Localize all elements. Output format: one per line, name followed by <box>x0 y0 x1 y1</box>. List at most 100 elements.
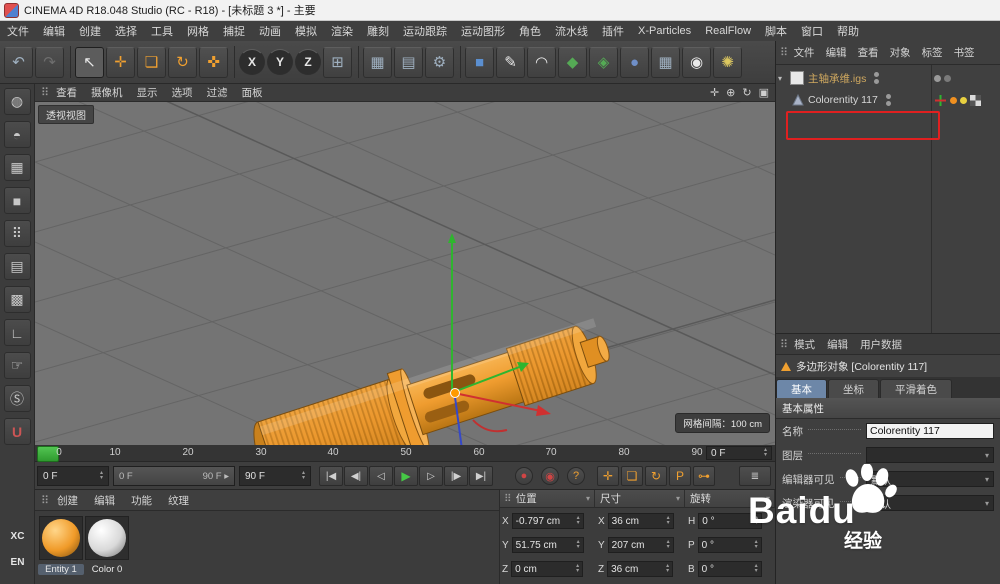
name-field[interactable] <box>866 423 994 439</box>
stepper-down-icon[interactable]: ▾ <box>577 545 580 550</box>
scale-tool-icon[interactable]: ❏ <box>137 47 166 78</box>
menu-xparticles[interactable]: X-Particles <box>631 25 698 37</box>
zoom-view-icon[interactable]: ⊕ <box>726 86 735 99</box>
end-frame-field[interactable]: 90 F ▴ ▾ <box>239 466 311 486</box>
viewport-menu-panel[interactable]: 面板 <box>235 85 270 100</box>
menu-help[interactable]: 帮助 <box>830 23 866 39</box>
position-y-field[interactable]: 51.75 cm ▴▾ <box>512 537 584 553</box>
axis-tag-icon[interactable] <box>934 94 947 107</box>
menu-edit[interactable]: 编辑 <box>36 23 72 39</box>
render-view-icon[interactable]: ▦ <box>363 47 392 78</box>
stepper-down-icon[interactable]: ▾ <box>666 569 669 574</box>
material-menu-create[interactable]: 创建 <box>49 493 86 508</box>
prev-frame-button[interactable]: ◁ <box>369 466 393 486</box>
om-menu-file[interactable]: 文件 <box>788 45 820 60</box>
layer-dropdown[interactable]: ▾ <box>866 447 994 463</box>
dropdown-icon[interactable]: ▾ <box>985 475 989 484</box>
render-picture-viewer-icon[interactable]: ▤ <box>394 47 423 78</box>
dropdown-icon[interactable]: ▾ <box>676 494 684 503</box>
om-menu-bookmarks[interactable]: 书签 <box>948 45 980 60</box>
editor-visibility-dropdown[interactable]: 默认 ▾ <box>866 471 994 487</box>
goto-end-button[interactable]: ▶| <box>469 466 493 486</box>
stepper-down-icon[interactable]: ▾ <box>667 545 670 550</box>
polygons-mode-icon[interactable]: ▩ <box>4 286 31 313</box>
tab-basic[interactable]: 基本 <box>776 379 827 398</box>
object-row-colorentity[interactable]: Colorentity 117 <box>790 89 891 111</box>
tab-phong[interactable]: 平滑着色 <box>880 379 952 398</box>
undo-icon[interactable]: ↶ <box>4 47 33 78</box>
visibility-dots[interactable] <box>886 93 891 107</box>
menu-snap[interactable]: 捕捉 <box>216 23 252 39</box>
gizmo-center-handle[interactable] <box>451 389 460 398</box>
panel-menu-icon[interactable]: ⠿ <box>35 494 49 507</box>
rotate-view-icon[interactable]: ↻ <box>742 86 751 99</box>
position-x-field[interactable]: -0.797 cm ▴▾ <box>512 513 584 529</box>
stepper-down-icon[interactable]: ▾ <box>667 521 670 526</box>
play-button[interactable]: ▶ <box>394 466 418 486</box>
stepper-down-icon[interactable]: ▾ <box>755 569 758 574</box>
om-menu-view[interactable]: 查看 <box>852 45 884 60</box>
start-frame-field[interactable]: 0 F ▴ ▾ <box>37 466 109 486</box>
frame-stepper[interactable]: ▴ ▾ <box>100 471 103 481</box>
frame-stepper[interactable]: ▴ ▾ <box>764 448 767 458</box>
material-tag-icon[interactable] <box>950 97 957 104</box>
dropdown-icon[interactable]: ▾ <box>985 499 989 508</box>
uv-tag-icon[interactable] <box>970 95 981 106</box>
key-pla-toggle[interactable]: ⊶ <box>693 466 715 486</box>
key-position-toggle[interactable]: ✛ <box>597 466 619 486</box>
menu-mesh[interactable]: 网格 <box>180 23 216 39</box>
generator-icon[interactable]: ◆ <box>558 47 587 78</box>
current-frame-field[interactable]: 0 F ▴ ▾ <box>706 446 772 460</box>
menu-animate[interactable]: 动画 <box>252 23 288 39</box>
next-frame-button[interactable]: ▷ <box>419 466 443 486</box>
hand-tool-icon[interactable]: ☞ <box>4 352 31 379</box>
dropdown-icon[interactable]: ▾ <box>586 494 594 503</box>
menu-simulate[interactable]: 模拟 <box>288 23 324 39</box>
om-menu-objects[interactable]: 对象 <box>884 45 916 60</box>
position-header[interactable]: ⠿ 位置 ▾ <box>500 490 595 508</box>
am-menu-edit[interactable]: 编辑 <box>821 337 854 352</box>
modeling-icon[interactable]: ◈ <box>589 47 618 78</box>
stepper-down-icon[interactable]: ▾ <box>576 569 579 574</box>
material-label-color0[interactable]: Color 0 <box>84 564 130 575</box>
am-menu-mode[interactable]: 模式 <box>788 337 821 352</box>
key-scale-toggle[interactable]: ❏ <box>621 466 643 486</box>
size-y-field[interactable]: 207 cm ▴▾ <box>608 537 674 553</box>
edges-mode-icon[interactable]: ▤ <box>4 253 31 280</box>
stepper-down-icon[interactable]: ▾ <box>755 521 758 526</box>
material-label-entity[interactable]: Entity 1 <box>38 564 84 575</box>
size-z-field[interactable]: 36 cm ▴▾ <box>607 561 673 577</box>
primitive-cube-icon[interactable]: ■ <box>465 47 494 78</box>
timeline-ruler[interactable]: 0 10 20 30 40 50 60 70 80 90 0 F ▴ ▾ <box>35 445 775 462</box>
tab-coordinates[interactable]: 坐标 <box>828 379 879 398</box>
material-menu-function[interactable]: 功能 <box>123 493 160 508</box>
size-header[interactable]: 尺寸 ▾ <box>595 490 685 508</box>
menu-plugins[interactable]: 插件 <box>595 23 631 39</box>
menu-file[interactable]: 文件 <box>0 23 36 39</box>
menu-pipeline[interactable]: 流水线 <box>548 23 595 39</box>
viewport-menu-filter[interactable]: 过滤 <box>200 85 235 100</box>
model-mode-icon[interactable]: ■ <box>4 187 31 214</box>
menu-sculpt[interactable]: 雕刻 <box>360 23 396 39</box>
light-icon[interactable]: ✺ <box>713 47 742 78</box>
menu-select[interactable]: 选择 <box>108 23 144 39</box>
stepper-down-icon[interactable]: ▾ <box>755 545 758 550</box>
dropdown-icon[interactable]: ▾ <box>985 451 989 460</box>
menu-character[interactable]: 角色 <box>512 23 548 39</box>
perspective-viewport[interactable]: y x z 透视视图 网格间隔：100 cm <box>35 102 775 445</box>
om-menu-edit[interactable]: 编辑 <box>820 45 852 60</box>
material-swatch-color0[interactable] <box>85 516 129 560</box>
texture-mode-icon[interactable]: Ⓢ <box>4 385 31 412</box>
material-menu-texture[interactable]: 纹理 <box>160 493 197 508</box>
menu-tools[interactable]: 工具 <box>144 23 180 39</box>
size-x-field[interactable]: 36 cm ▴▾ <box>608 513 674 529</box>
am-menu-userdata[interactable]: 用户数据 <box>854 337 908 352</box>
menu-window[interactable]: 窗口 <box>794 23 830 39</box>
key-rotation-toggle[interactable]: ↻ <box>645 466 667 486</box>
rotation-header[interactable]: 旋转 ▾ <box>685 490 775 508</box>
menu-render[interactable]: 渲染 <box>324 23 360 39</box>
autokey-button[interactable]: ◉ <box>541 467 559 485</box>
live-selection-icon[interactable]: ↖ <box>75 47 104 78</box>
viewport-canvas[interactable]: y x z <box>35 102 775 445</box>
rotation-p-field[interactable]: 0 ° ▴▾ <box>698 537 762 553</box>
